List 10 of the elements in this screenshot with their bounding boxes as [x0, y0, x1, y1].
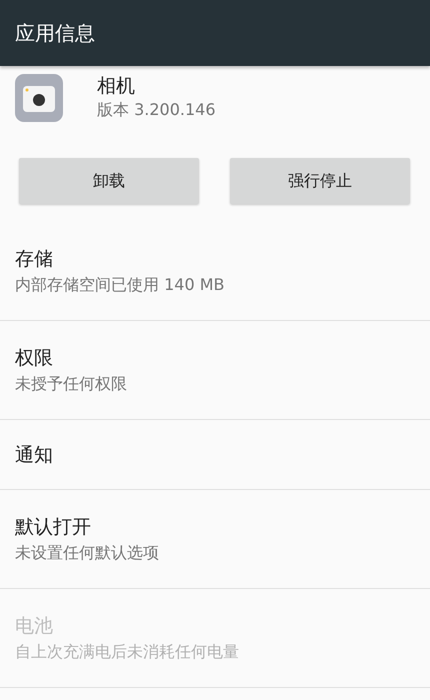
settings-item[interactable]: 存储 内部存储空间已使用 140 MB: [0, 222, 430, 321]
screen-title: 应用信息: [15, 20, 95, 46]
app-version: 版本 3.200.146: [97, 99, 216, 121]
settings-item[interactable]: 权限 未授予任何权限: [0, 321, 430, 420]
camera-icon: [15, 74, 63, 122]
settings-item[interactable]: 默认打开 未设置任何默认选项: [0, 490, 430, 589]
action-button[interactable]: 卸载: [19, 158, 199, 204]
app-name: 相机: [97, 74, 136, 98]
action-button[interactable]: 强行停止: [230, 158, 410, 204]
settings-item[interactable]: 通知: [0, 420, 430, 490]
